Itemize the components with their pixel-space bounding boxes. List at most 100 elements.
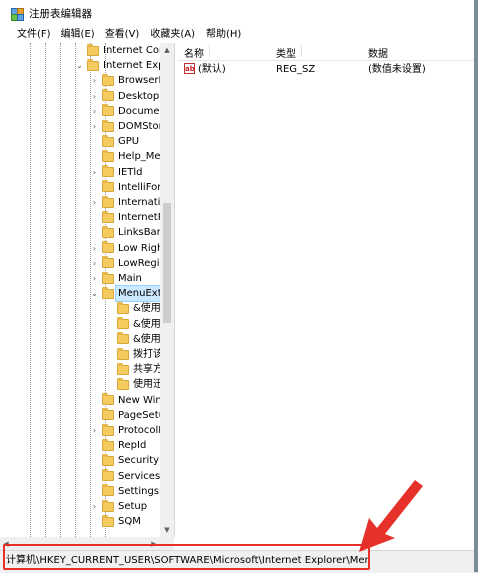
tree-item[interactable]: 共享方 bbox=[105, 362, 163, 377]
scrollbar-thumb[interactable] bbox=[163, 203, 171, 323]
scroll-down-arrow-icon[interactable]: ▼ bbox=[160, 523, 174, 537]
tree-item[interactable]: 拨打该 bbox=[105, 347, 163, 362]
expand-chevron-icon[interactable]: › bbox=[90, 198, 99, 207]
tree-item-label: GPU bbox=[118, 136, 140, 148]
menu-edit[interactable]: 编辑(E) bbox=[61, 27, 95, 43]
folder-icon bbox=[117, 301, 129, 314]
tree-item[interactable]: › Internatio bbox=[90, 195, 167, 210]
menu-view[interactable]: 查看(V) bbox=[105, 27, 140, 43]
collapse-chevron-icon[interactable]: ⌄ bbox=[75, 61, 84, 70]
tree-item[interactable]: IntelliForm bbox=[90, 180, 171, 195]
expand-chevron-icon[interactable]: › bbox=[90, 426, 99, 435]
column-header-name[interactable]: 名称 bbox=[184, 45, 210, 60]
window-title: 注册表编辑器 bbox=[29, 8, 92, 20]
expand-chevron-icon[interactable]: › bbox=[90, 122, 99, 131]
tree-guide-line bbox=[75, 43, 76, 537]
tree-item[interactable]: › Main bbox=[90, 271, 142, 286]
scroll-right-arrow-icon[interactable]: ▶ bbox=[148, 537, 160, 550]
folder-icon bbox=[102, 195, 114, 208]
tree-item-label: IETld bbox=[118, 166, 143, 178]
tree-item-label: ProtocolE bbox=[118, 425, 165, 436]
tree-item[interactable]: InternetRe bbox=[90, 210, 170, 225]
folder-icon bbox=[102, 408, 114, 421]
value-row[interactable]: ab (默认) REG_SZ (数值未设置) bbox=[178, 62, 474, 77]
tree-item[interactable]: Services bbox=[90, 469, 160, 484]
tree-item[interactable]: Settings bbox=[90, 484, 159, 499]
scroll-left-arrow-icon[interactable]: ◀ bbox=[0, 537, 12, 550]
tree-item[interactable]: Help_Men bbox=[90, 149, 167, 164]
tree-item[interactable]: › Document bbox=[90, 104, 170, 119]
folder-icon bbox=[117, 377, 129, 390]
values-list-pane[interactable]: 名称 类型 数据 ab (默认) REG_SZ (数值未设置) bbox=[178, 43, 474, 537]
folder-icon bbox=[102, 393, 114, 406]
tree-item[interactable]: 使用迅 bbox=[105, 377, 163, 392]
tree-item[interactable]: › DOMStora bbox=[90, 119, 169, 134]
tree-item-label: 共享方 bbox=[133, 364, 163, 376]
folder-icon bbox=[102, 438, 114, 451]
tree-item-label: LinksBar bbox=[118, 227, 161, 239]
collapse-chevron-icon[interactable]: ⌄ bbox=[90, 289, 99, 298]
folder-icon bbox=[117, 332, 129, 345]
expand-chevron-icon[interactable]: › bbox=[90, 502, 99, 511]
folder-icon bbox=[102, 225, 114, 238]
tree-item-label: Security bbox=[118, 455, 160, 467]
tree-item[interactable]: › IETld bbox=[90, 165, 143, 180]
tree-item-label: Settings bbox=[118, 485, 160, 497]
column-header-type[interactable]: 类型 bbox=[276, 45, 302, 60]
status-bar: 计算机\HKEY_CURRENT_USER\SOFTWARE\Microsoft… bbox=[0, 550, 474, 573]
expand-chevron-icon[interactable]: › bbox=[90, 274, 99, 283]
string-value-icon: ab bbox=[184, 63, 195, 74]
column-header-data[interactable]: 数据 bbox=[368, 45, 388, 60]
folder-icon bbox=[102, 256, 114, 269]
key-tree-pane[interactable]: Internet Conr ⌄ Internet Explo › BrowserEı › D… bbox=[0, 43, 175, 537]
tree-item[interactable]: › BrowserEı bbox=[90, 73, 168, 88]
menu-file[interactable]: 文件(F) bbox=[17, 27, 51, 43]
tree-item[interactable]: SQM bbox=[90, 514, 141, 529]
tree-item[interactable]: GPU bbox=[90, 134, 139, 149]
tree-guide-line bbox=[45, 43, 46, 537]
tree-vertical-scrollbar[interactable]: ▲ ▼ bbox=[160, 43, 174, 537]
tree-guide-line bbox=[30, 43, 31, 537]
tree-item[interactable]: Security bbox=[90, 453, 159, 468]
expand-chevron-icon[interactable]: › bbox=[90, 76, 99, 85]
tree-item[interactable]: › Setup bbox=[90, 499, 147, 514]
expand-chevron-icon[interactable]: › bbox=[90, 107, 99, 116]
folder-icon bbox=[117, 317, 129, 330]
tree-item[interactable]: ⌄ Internet Explo bbox=[75, 58, 173, 73]
tree-item-label: MenuExt bbox=[115, 285, 165, 303]
background-desktop-strip bbox=[474, 0, 478, 572]
tree-item-label: Services bbox=[118, 470, 161, 482]
tree-item[interactable]: LinksBar bbox=[90, 225, 161, 240]
tree-item[interactable]: › Low Right bbox=[90, 241, 167, 256]
expand-chevron-icon[interactable]: › bbox=[90, 244, 99, 253]
tree-item[interactable]: › ProtocolE bbox=[90, 423, 165, 438]
tree-item[interactable]: › LowRegist bbox=[90, 256, 169, 271]
tree-item[interactable]: › Desktop bbox=[90, 89, 159, 104]
menu-favorites[interactable]: 收藏夹(A) bbox=[150, 27, 195, 43]
expand-chevron-icon[interactable]: › bbox=[90, 168, 99, 177]
scroll-up-arrow-icon[interactable]: ▲ bbox=[160, 43, 174, 57]
tree-item[interactable]: Internet Conr bbox=[75, 43, 169, 58]
tree-item[interactable]: ⌄ MenuExt bbox=[90, 285, 165, 303]
folder-icon bbox=[102, 453, 114, 466]
expand-chevron-icon[interactable]: › bbox=[90, 259, 99, 268]
tree-item-label: Desktop bbox=[118, 90, 160, 102]
tree-horizontal-scrollbar[interactable]: ◀ ▶ bbox=[0, 537, 174, 550]
menu-help[interactable]: 帮助(H) bbox=[206, 27, 241, 43]
tree-item-label: 拨打该 bbox=[133, 349, 163, 360]
tree-item[interactable]: New Winc bbox=[90, 393, 167, 408]
folder-icon bbox=[87, 58, 99, 71]
expand-chevron-icon[interactable]: › bbox=[90, 92, 99, 101]
tree-item[interactable]: RepId bbox=[90, 438, 146, 453]
